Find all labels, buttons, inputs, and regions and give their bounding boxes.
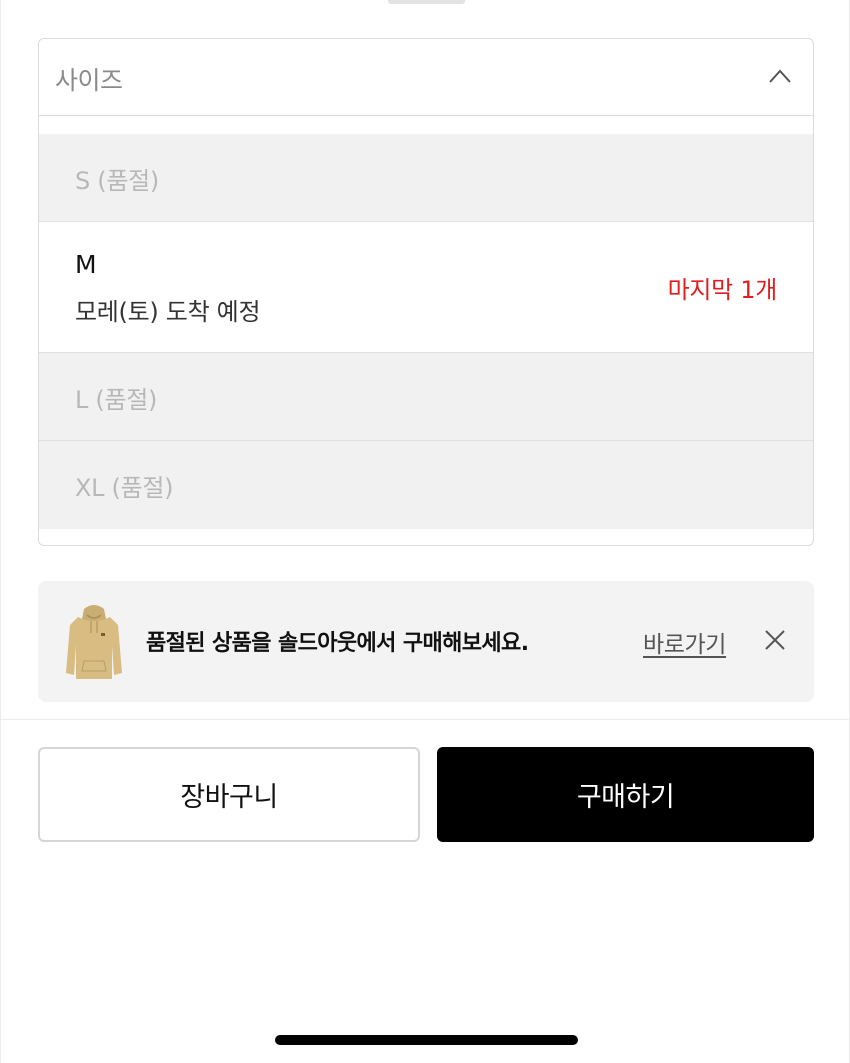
- sheet-grab-handle[interactable]: [388, 0, 465, 4]
- buy-now-button[interactable]: 구매하기: [437, 747, 814, 842]
- promo-message: 품절된 상품을 솔드아웃에서 구매해보세요.: [146, 631, 529, 656]
- home-indicator[interactable]: [275, 1035, 578, 1045]
- section-divider: [1, 719, 850, 720]
- chevron-up-icon[interactable]: [769, 69, 791, 83]
- close-icon[interactable]: [762, 627, 788, 653]
- buy-now-label: 구매하기: [576, 782, 675, 813]
- size-option-m[interactable]: M 모레(토) 도착 예정 마지막 1개: [39, 222, 813, 353]
- size-option-label: L (품절): [75, 386, 158, 414]
- size-option-xl: XL (품절): [39, 441, 813, 529]
- hoodie-thumbnail: [66, 605, 122, 679]
- size-option-list: S (품절) M 모레(토) 도착 예정 마지막 1개 L (품절) XL (품…: [39, 134, 813, 529]
- size-option-label: M: [75, 250, 97, 279]
- delivery-estimate: 모레(토) 도착 예정: [75, 298, 261, 326]
- size-option-l: L (품절): [39, 353, 813, 441]
- add-to-cart-label: 장바구니: [180, 782, 278, 813]
- size-option-label: XL (품절): [75, 474, 174, 502]
- size-dropdown: 사이즈 S (품절) M 모레(토) 도착 예정 마지막 1개 L (품절) X…: [38, 38, 814, 546]
- promo-go-link[interactable]: 바로가기: [643, 625, 726, 659]
- stock-badge: 마지막 1개: [667, 276, 778, 304]
- size-option-label: S (품절): [75, 167, 159, 195]
- size-option-s: S (품절): [39, 134, 813, 222]
- size-dropdown-header[interactable]: 사이즈: [39, 39, 813, 116]
- soldout-promo-banner: 품절된 상품을 솔드아웃에서 구매해보세요. 바로가기: [38, 581, 814, 702]
- add-to-cart-button[interactable]: 장바구니: [38, 747, 420, 842]
- bottom-sheet: 사이즈 S (품절) M 모레(토) 도착 예정 마지막 1개 L (품절) X…: [0, 0, 850, 1063]
- size-dropdown-label: 사이즈: [55, 66, 123, 95]
